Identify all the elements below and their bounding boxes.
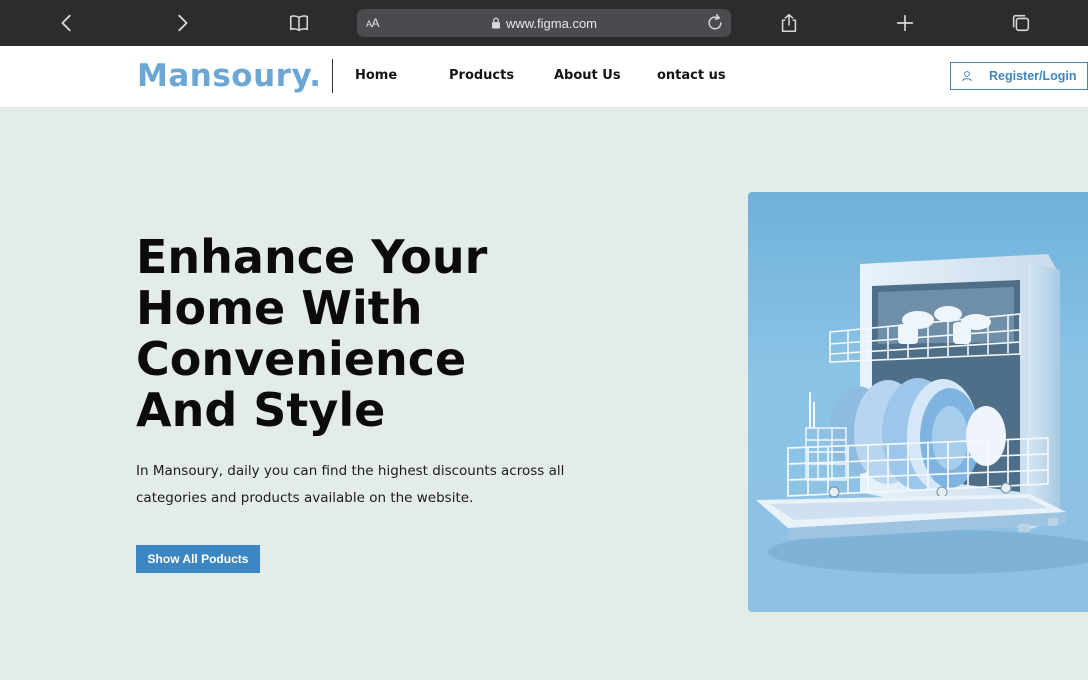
nav-home[interactable]: Home bbox=[355, 68, 397, 83]
hero-title-line: Enhance Your bbox=[136, 230, 488, 284]
nav-contact-us[interactable]: ontact us bbox=[657, 68, 726, 83]
show-all-products-button[interactable]: Show All Poducts bbox=[136, 545, 260, 573]
bookmarks-button[interactable] bbox=[285, 9, 313, 37]
hero-title: Enhance Your Home With Convenience And S… bbox=[136, 232, 576, 436]
address-bar[interactable]: AA www.figma.com bbox=[357, 9, 731, 37]
dishwasher-illustration bbox=[756, 254, 1088, 574]
new-tab-button[interactable] bbox=[891, 9, 919, 37]
share-button[interactable] bbox=[775, 9, 803, 37]
url-text: www.figma.com bbox=[505, 15, 598, 31]
brand-logo[interactable]: Mansoury. bbox=[137, 58, 322, 94]
register-login-button[interactable]: Register/Login bbox=[950, 62, 1088, 90]
tabs-icon bbox=[1012, 14, 1030, 32]
share-icon bbox=[781, 13, 797, 33]
hero-title-line: Home With bbox=[136, 281, 423, 335]
hero-title-line: Convenience bbox=[136, 332, 467, 386]
hero-description-line: categories and products available on the… bbox=[136, 490, 474, 506]
dishwasher-image bbox=[748, 192, 1088, 612]
lock-icon bbox=[491, 17, 500, 29]
book-icon bbox=[289, 15, 309, 32]
reload-icon[interactable] bbox=[705, 13, 725, 33]
hero-description-line: In Mansoury, daily you can find the high… bbox=[136, 463, 565, 479]
hero-description: In Mansoury, daily you can find the high… bbox=[136, 458, 586, 512]
forward-button[interactable] bbox=[168, 9, 196, 37]
nav-products[interactable]: Products bbox=[449, 68, 514, 83]
header-divider bbox=[332, 59, 333, 93]
user-icon bbox=[962, 71, 972, 82]
browser-toolbar: AA www.figma.com bbox=[0, 0, 1088, 46]
register-login-label: Register/Login bbox=[989, 69, 1077, 83]
site-header: Mansoury. Home Products About Us ontact … bbox=[0, 46, 1088, 108]
tabs-button[interactable] bbox=[1007, 9, 1035, 37]
chevron-left-icon bbox=[61, 14, 71, 32]
back-button[interactable] bbox=[53, 9, 81, 37]
nav-about-us[interactable]: About Us bbox=[554, 68, 621, 83]
chevron-right-icon bbox=[178, 14, 188, 32]
plus-icon bbox=[896, 14, 914, 32]
hero-title-line: And Style bbox=[136, 383, 386, 437]
